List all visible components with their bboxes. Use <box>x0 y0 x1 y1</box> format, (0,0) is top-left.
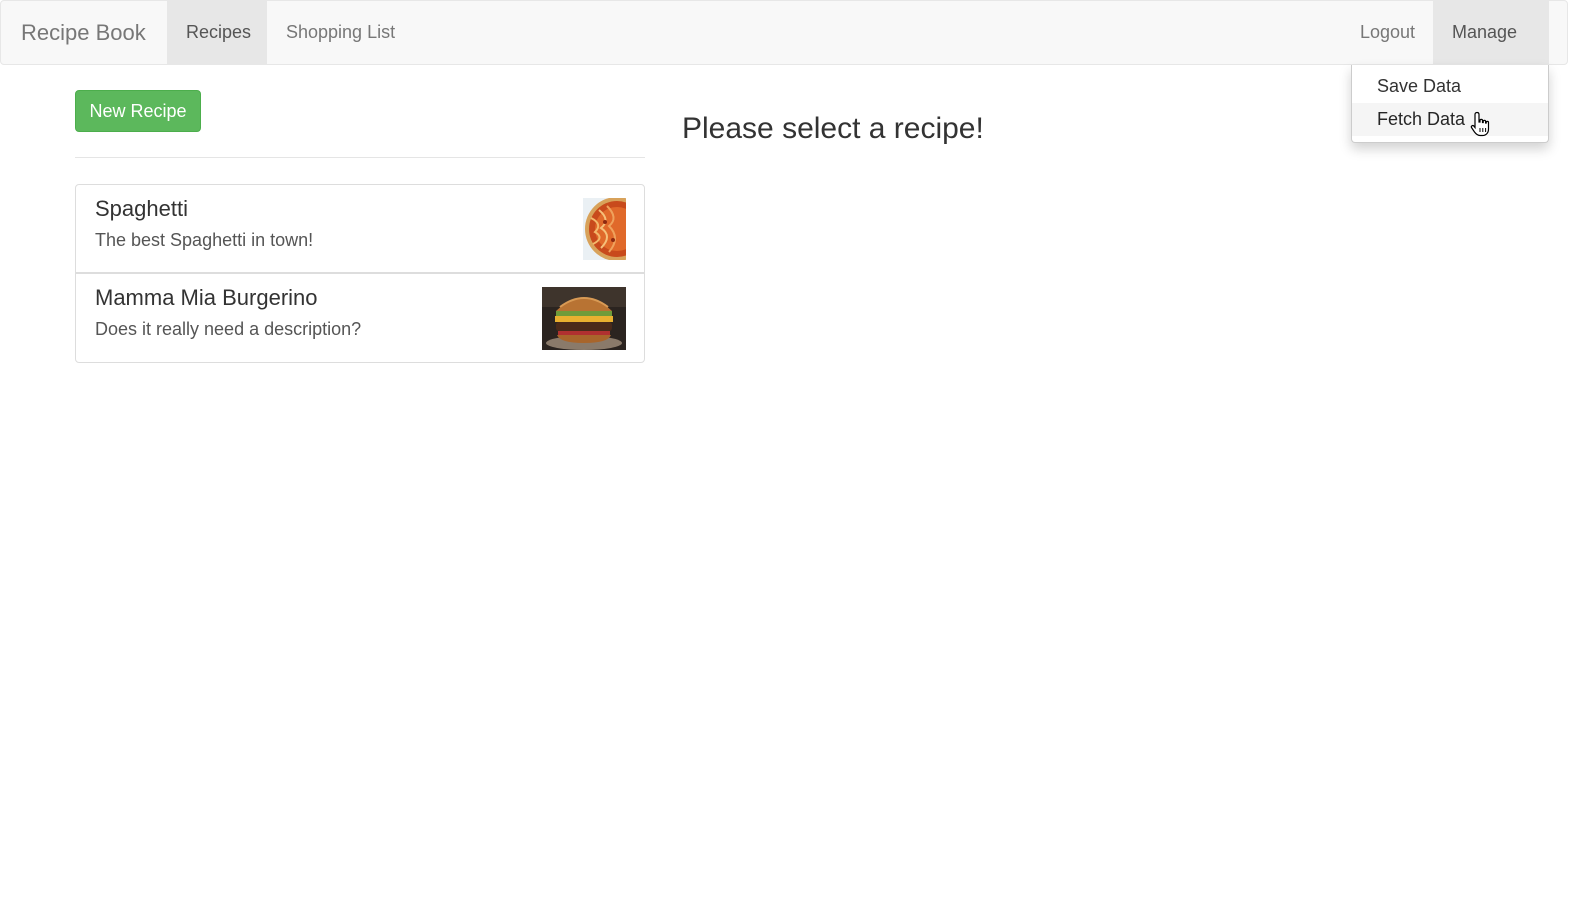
recipe-name: Spaghetti <box>95 196 188 221</box>
fetch-data-item[interactable]: Fetch Data <box>1352 103 1548 136</box>
select-recipe-placeholder: Please select a recipe! <box>682 112 984 145</box>
burger-image <box>542 287 626 350</box>
nav-recipes[interactable]: Recipes <box>167 1 267 64</box>
recipe-description: Does it really need a description? <box>95 319 362 339</box>
save-data-item[interactable]: Save Data <box>1352 70 1548 103</box>
nav-logout[interactable]: Logout <box>1341 1 1434 64</box>
manage-label: Manage <box>1452 22 1518 42</box>
brand-link[interactable]: Recipe Book <box>21 1 146 64</box>
top-navbar: Recipe Book Recipes Shopping List Logout… <box>0 0 1568 99</box>
manage-dropdown-menu: Save Data Fetch Data <box>1351 65 1549 143</box>
spaghetti-image <box>583 198 626 260</box>
recipe-list-item[interactable]: Spaghetti The best Spaghetti in town! <box>75 184 645 273</box>
recipe-name: Mamma Mia Burgerino <box>95 285 318 310</box>
manage-dropdown-toggle[interactable]: Manage <box>1433 1 1549 99</box>
divider <box>75 157 645 158</box>
recipe-description: The best Spaghetti in town! <box>95 230 314 250</box>
hand-pointer-cursor-icon <box>1470 111 1492 137</box>
recipe-list-item[interactable]: Mamma Mia Burgerino Does it really need … <box>75 273 645 363</box>
nav-shopping-list[interactable]: Shopping List <box>267 1 414 64</box>
new-recipe-button[interactable]: New Recipe <box>75 90 201 132</box>
